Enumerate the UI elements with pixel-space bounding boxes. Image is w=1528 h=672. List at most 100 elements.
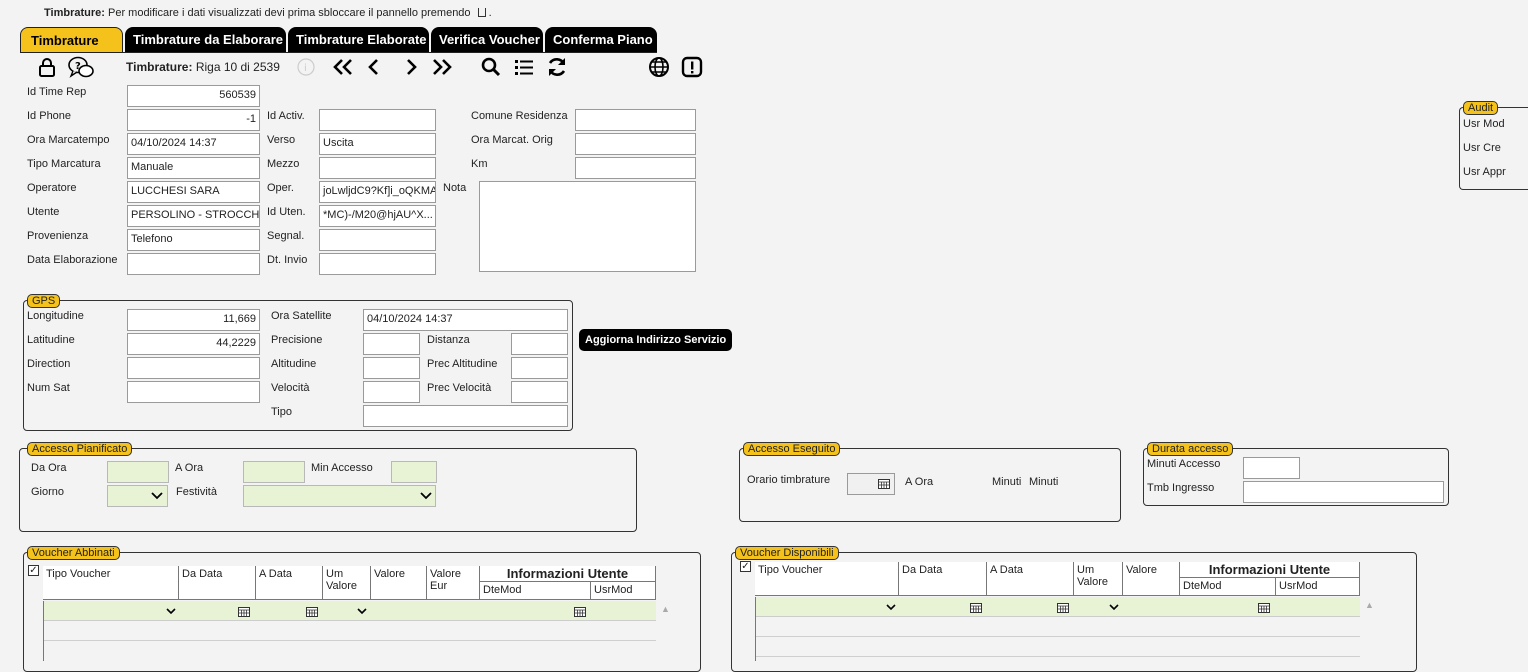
label-minuti-2: Minuti [1029,476,1059,488]
accesso-pianificato-legend: Accesso Pianificato [27,442,133,456]
filter-a-data-disp-calendar-icon[interactable] [1057,603,1069,616]
label-prec-altitudine: Prec Altitudine [427,358,498,370]
gps-legend: GPS [27,294,61,308]
label-usr-cre: Usr Cre [1463,142,1501,154]
filter-dtemod-calendar-icon[interactable] [574,607,586,620]
festivita-select[interactable] [243,485,436,507]
tab-conferma-piano[interactable]: Conferma Piano [545,27,657,52]
filter-a-data-calendar-icon[interactable] [306,607,318,620]
latitudine-field[interactable]: 44,2229 [127,333,260,355]
filter-dtemod-disp-calendar-icon[interactable] [1258,603,1270,616]
tab-timbrature-elaborate[interactable]: Timbrature Elaborate [288,27,429,52]
utente-field[interactable]: PERSOLINO - STROCCHI... [127,205,260,227]
id-uten-field[interactable]: *MC)-/M20@hjAU^X... [319,205,436,227]
label-minuti-1: Minuti [992,476,1022,488]
col-um-valore: Um Valore [323,566,371,600]
mezzo-field[interactable] [319,157,436,179]
comune-residenza-field[interactable] [575,109,696,131]
small-lock-icon [477,8,486,17]
data-elaborazione-field[interactable] [127,253,260,275]
num-sat-field[interactable] [127,381,260,403]
segnal-field[interactable] [319,229,436,251]
voucher-disponibili-legend: Voucher Disponibili [735,546,839,560]
verso-field[interactable]: Uscita [319,133,436,155]
list-icon[interactable] [513,56,535,78]
svg-text:?: ? [75,61,81,72]
refresh-icon[interactable] [545,55,569,79]
ora-marcatempo-field[interactable]: 04/10/2024 14:37 [127,133,260,155]
label-verso: Verso [267,134,296,146]
id-activ-field[interactable] [319,109,436,131]
filter-da-data-calendar-icon[interactable] [238,607,250,620]
scroll-up-icon[interactable]: ▲ [661,604,670,614]
oper-field[interactable]: joLwljdC9?Kf]i_oQKMA [319,181,436,203]
dt-invio-field[interactable] [319,253,436,275]
id-time-rep-field[interactable]: 560539 [127,85,260,107]
col-usrmod: UsrMod [591,582,656,600]
info-utente-header-disp: Informazioni Utente [1180,562,1360,578]
tipo-field[interactable] [363,405,568,427]
tab-verifica-voucher[interactable]: Verifica Voucher [431,27,543,52]
calendar-icon[interactable] [877,478,891,490]
label-prec-velocita: Prec Velocità [427,382,492,394]
tab-timbrature-da-elaborare[interactable]: Timbrature da Elaborare [125,27,286,52]
label-velocita: Velocità [271,382,310,394]
label-mezzo: Mezzo [267,158,300,170]
operatore-field[interactable]: LUCCHESI SARA [127,181,260,203]
min-accesso-field[interactable] [391,461,437,483]
prec-velocita-field[interactable] [511,381,568,403]
direction-field[interactable] [127,357,260,379]
alert-icon[interactable] [680,55,704,79]
info-icon: i [296,57,316,77]
unlock-notice: Timbrature: Per modificare i dati visual… [44,7,492,19]
filter-um-disp-chevron-down-icon[interactable] [1108,600,1120,617]
voucher-abbinati-filter-row[interactable] [43,601,656,621]
tipo-marcatura-field[interactable]: Manuale [127,157,260,179]
filter-tipo-disp-chevron-down-icon[interactable] [885,600,897,617]
longitudine-field[interactable]: 11,669 [127,309,260,331]
voucher-abbinati-select-all[interactable]: ✓ [28,565,39,576]
ora-satellite-field[interactable]: 04/10/2024 14:37 [363,309,568,331]
voucher-disponibili-select-all[interactable]: ✓ [740,561,751,572]
aggiorna-indirizzo-button[interactable]: Aggiorna Indirizzo Servizio [579,329,733,351]
label-dt-invio: Dt. Invio [267,254,308,266]
a-ora-field[interactable] [243,461,305,483]
prev-icon[interactable] [364,56,384,78]
label-orario-timbrature: Orario timbrature [747,474,831,486]
velocita-field[interactable] [363,381,420,403]
filter-tipo-chevron-down-icon[interactable] [165,604,177,621]
label-giorno: Giorno [31,486,65,498]
minuti-accesso-field[interactable] [1243,457,1300,479]
label-a-ora-eseguito: A Ora [905,476,934,488]
km-field[interactable] [575,157,696,179]
filter-da-data-disp-calendar-icon[interactable] [970,603,982,616]
col-a-data: A Data [256,566,323,600]
help-chat-icon[interactable]: ? [67,55,95,81]
lock-icon[interactable] [37,56,57,78]
distanza-field[interactable] [511,333,568,355]
last-page-icon[interactable] [429,56,455,78]
filter-um-chevron-down-icon[interactable] [356,604,368,621]
da-ora-field[interactable] [107,461,169,483]
label-segnal: Segnal. [267,230,305,242]
scroll-up-icon[interactable]: ▲ [1365,600,1374,610]
first-page-icon[interactable] [330,56,356,78]
globe-icon[interactable] [647,55,671,79]
prec-altitudine-field[interactable] [511,357,568,379]
id-phone-field[interactable]: -1 [127,109,260,131]
nota-textarea[interactable] [479,181,696,272]
provenienza-field[interactable]: Telefono [127,229,260,251]
label-tipo-marcatura: Tipo Marcatura [27,158,101,170]
tmb-ingresso-field[interactable] [1243,481,1444,503]
search-icon[interactable] [480,56,502,78]
altitudine-field[interactable] [363,357,420,379]
next-icon[interactable] [401,56,421,78]
label-festivita: Festività [176,486,217,498]
precisione-field[interactable] [363,333,420,355]
ora-marcat-orig-field[interactable] [575,133,696,155]
label-id-activ: Id Activ. [267,110,305,122]
tab-timbrature[interactable]: Timbrature [20,27,123,52]
audit-legend: Audit [1463,101,1499,115]
label-utente: Utente [27,206,60,218]
giorno-chevron-down-icon [150,487,164,506]
